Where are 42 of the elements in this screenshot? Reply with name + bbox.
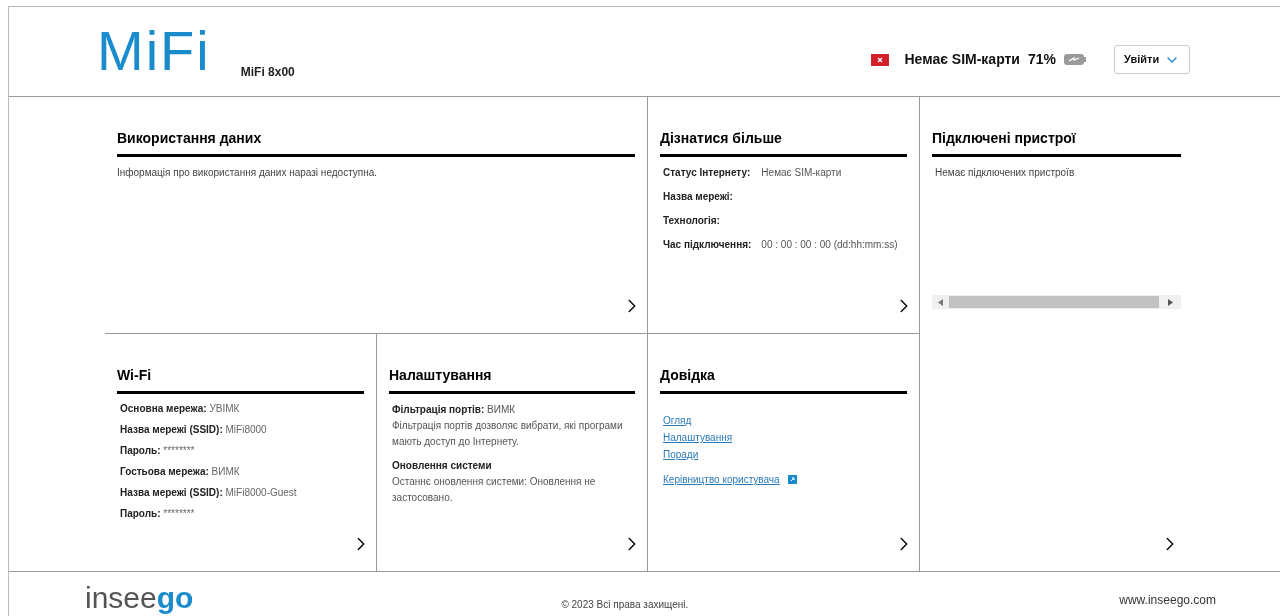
horizontal-scrollbar[interactable] (932, 295, 1181, 309)
inseego-logo: inseego (85, 581, 194, 615)
mifi-logo: MiFi (97, 21, 211, 81)
info-label: Технологія: (663, 214, 721, 228)
panel-title: Довідка (660, 366, 716, 384)
wifi-setting: Пароль: ******** (120, 507, 196, 521)
login-dropdown[interactable]: Увійти (1114, 45, 1190, 74)
info-value: Немає SIM-карти (761, 166, 843, 180)
wifi-setting: Основна мережа: УВІМК (120, 402, 241, 416)
info-value: 00 : 00 : 00 : 00 (dd:hh:mm:ss) (761, 238, 899, 252)
website-link[interactable]: www.inseego.com (1119, 591, 1216, 609)
info-label: Назва мережі: (663, 190, 734, 204)
sim-card-icon (870, 53, 889, 66)
panel-title: Використання даних (117, 129, 263, 147)
panel-title: Підключені пристрої (932, 129, 1077, 147)
scroll-right-icon[interactable] (1167, 298, 1173, 306)
help-link[interactable]: Поради (663, 446, 699, 463)
battery-icon (1064, 54, 1086, 65)
panel-title: Дізнатися більше (660, 129, 783, 147)
port-filter-setting: Фільтрація портів: ВИМК (392, 403, 517, 417)
system-update-text: Останнє оновлення системи: Оновлення не застосовано. (392, 475, 597, 505)
help-link[interactable]: Налаштування (663, 429, 733, 446)
help-link[interactable]: Керівництво користувача (663, 471, 780, 488)
info-label: Статус Інтернету: (663, 166, 752, 180)
panel-title: Налаштування (389, 366, 493, 384)
wifi-setting: Назва мережі (SSID): MiFi8000-Guest (120, 486, 298, 500)
wifi-setting: Гостьова мережа: ВИМК (120, 465, 241, 479)
scroll-left-icon[interactable] (938, 298, 943, 306)
model-name: MiFi 8x00 (240, 64, 295, 81)
wifi-setting: Пароль: ******** (120, 444, 196, 458)
system-update-title: Оновлення системи (392, 459, 493, 473)
sim-status: Немає SIM-карти (904, 50, 1020, 69)
connected-devices-message: Немає підключених пристроїв (934, 166, 1076, 180)
port-filter-description: Фільтрація портів дозволяє вибрати, які програми мають доступ до Інтернету. (392, 419, 624, 449)
battery-percentage: 71% (1027, 50, 1056, 69)
external-link-icon (787, 475, 797, 484)
info-label: Час підключення: (663, 238, 752, 252)
copyright-text: © 2023 Всі права захищені. (561, 597, 689, 612)
panel-title: Wi-Fi (117, 366, 153, 384)
wifi-setting: Назва мережі (SSID): MiFi8000 (120, 423, 268, 437)
data-usage-message: Інформація про використання даних наразі недоступна. (117, 166, 379, 180)
help-link[interactable]: Огляд (663, 412, 692, 429)
